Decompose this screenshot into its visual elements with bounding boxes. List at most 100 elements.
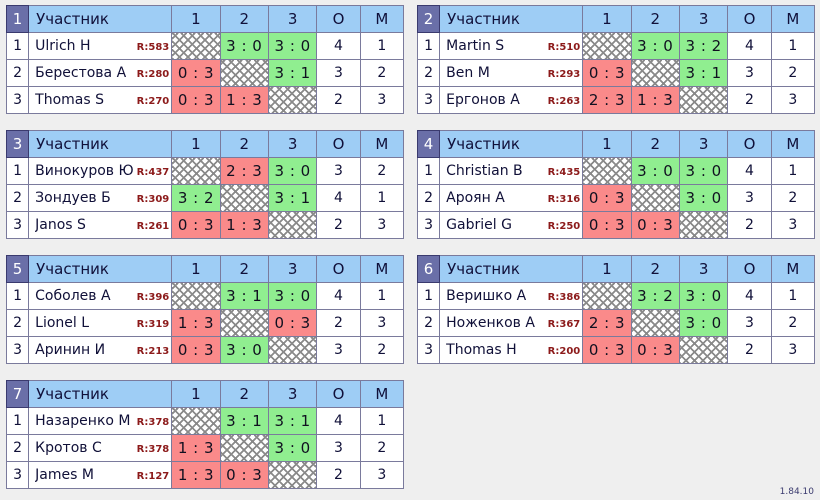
group-table-7: 7 Участник 1 2 3 О М 1 Назаренко М R:378 3 : 13 : … [5,380,405,490]
row-rank: 2 [416,59,441,87]
player-name: Берестова А [35,65,127,81]
match-cell-score[interactable]: 0 : 3 [582,211,632,239]
player-cell[interactable]: Gabriel G R:250 [439,211,584,239]
player-cell[interactable]: Соболев А R:396 [28,282,173,310]
column-header-participant: Участник [439,5,584,33]
column-header-opponent-1: 1 [171,130,221,158]
row-points: 3 [316,59,361,87]
match-cell-score[interactable]: 0 : 3 [630,336,680,364]
player-name: Martin S [446,38,505,54]
match-cell-score[interactable]: 3 : 0 [678,309,729,337]
row-points: 3 [727,309,772,337]
group-table-3: 3 Участник 1 2 3 О М 1 Винокуров Ю R:437 2 : 33 : … [5,130,405,240]
match-cell-score[interactable]: 3 : 0 [267,157,318,185]
match-cell-score[interactable]: 1 : 3 [171,309,221,337]
match-cell-score[interactable]: 2 : 3 [582,309,632,337]
column-header-place: М [359,130,405,158]
match-cell-self [171,32,221,60]
match-cell-score[interactable]: 3 : 0 [630,157,680,185]
match-cell-score[interactable]: 3 : 1 [219,282,269,310]
match-cell-self [267,336,318,364]
match-cell-score[interactable]: 1 : 3 [171,461,221,489]
column-header-opponent-3: 3 [678,255,729,283]
player-name: James M [35,467,94,483]
player-cell[interactable]: Ben M R:293 [439,59,584,87]
row-points: 4 [727,157,772,185]
row-rank: 2 [416,184,441,212]
match-cell-score[interactable]: 1 : 3 [171,434,221,462]
match-cell-score[interactable]: 3 : 0 [678,157,729,185]
match-cell-score[interactable]: 0 : 3 [171,211,221,239]
player-name: Gabriel G [446,217,512,233]
row-points: 2 [727,211,772,239]
table-row: 2 Зондуев Б R:309 3 : 2 3 : 141 [5,184,405,212]
match-cell-score[interactable]: 3 : 1 [267,407,318,435]
match-cell-score[interactable]: 2 : 3 [219,157,269,185]
match-cell-score[interactable]: 3 : 0 [219,32,269,60]
group-standings-table: 4 Участник 1 2 3 О М 1 Christian B R:435 3 : 03 : … [416,130,816,239]
match-cell-score[interactable]: 3 : 0 [219,336,269,364]
row-place: 3 [359,86,405,114]
table-row: 2 Lionel L R:319 1 : 30 : 323 [5,309,405,337]
table-row: 1 Martin S R:510 3 : 03 : 241 [416,32,816,60]
player-cell[interactable]: Берестова А R:280 [28,59,173,87]
match-cell-score[interactable]: 0 : 3 [582,59,632,87]
player-cell[interactable]: Кротов С R:378 [28,434,173,462]
match-cell-score[interactable]: 3 : 0 [267,32,318,60]
match-cell-self [630,184,680,212]
match-cell-score[interactable]: 3 : 0 [267,282,318,310]
player-cell[interactable]: Lionel L R:319 [28,309,173,337]
player-cell[interactable]: Зондуев Б R:309 [28,184,173,212]
row-place: 3 [359,309,405,337]
match-cell-score[interactable]: 1 : 3 [219,86,269,114]
match-cell-score[interactable]: 1 : 3 [219,211,269,239]
match-cell-score[interactable]: 0 : 3 [171,86,221,114]
match-cell-self [171,157,221,185]
match-cell-score[interactable]: 2 : 3 [582,86,632,114]
player-cell[interactable]: Винокуров Ю R:437 [28,157,173,185]
match-cell-score[interactable]: 3 : 2 [630,282,680,310]
player-cell[interactable]: Веришко А R:386 [439,282,584,310]
row-rank: 3 [5,336,30,364]
row-points: 4 [316,184,361,212]
row-place: 2 [770,59,816,87]
match-cell-score[interactable]: 0 : 3 [582,184,632,212]
row-place: 3 [770,336,816,364]
table-row: 2 Ben M R:293 0 : 33 : 132 [416,59,816,87]
column-header-points: О [727,5,772,33]
match-cell-score[interactable]: 3 : 1 [219,407,269,435]
player-cell[interactable]: Ароян А R:316 [439,184,584,212]
player-cell[interactable]: Ергонов А R:263 [439,86,584,114]
match-cell-score[interactable]: 3 : 0 [678,184,729,212]
player-cell[interactable]: Christian B R:435 [439,157,584,185]
match-cell-score[interactable]: 3 : 0 [630,32,680,60]
match-cell-score[interactable]: 0 : 3 [171,336,221,364]
player-name: Ароян А [446,190,505,206]
match-cell-score[interactable]: 3 : 2 [171,184,221,212]
table-header-row: 3 Участник 1 2 3 О М [5,130,405,158]
match-cell-score[interactable]: 3 : 1 [267,59,318,87]
player-cell[interactable]: Аринин И R:213 [28,336,173,364]
match-cell-score[interactable]: 3 : 1 [267,184,318,212]
match-cell-score[interactable]: 0 : 3 [219,461,269,489]
match-cell-score[interactable]: 1 : 3 [630,86,680,114]
match-cell-score[interactable]: 0 : 3 [630,211,680,239]
column-header-opponent-1: 1 [171,5,221,33]
player-cell[interactable]: Martin S R:510 [439,32,584,60]
row-points: 3 [316,434,361,462]
player-cell[interactable]: Thomas S R:270 [28,86,173,114]
player-cell[interactable]: Thomas H R:200 [439,336,584,364]
match-cell-score[interactable]: 3 : 1 [678,59,729,87]
player-cell[interactable]: Ulrich H R:583 [28,32,173,60]
player-cell[interactable]: Ноженков А R:367 [439,309,584,337]
match-cell-score[interactable]: 0 : 3 [171,59,221,87]
match-cell-score[interactable]: 3 : 0 [678,282,729,310]
player-cell[interactable]: Назаренко М R:378 [28,407,173,435]
column-header-opponent-1: 1 [582,255,632,283]
match-cell-score[interactable]: 3 : 2 [678,32,729,60]
match-cell-score[interactable]: 3 : 0 [267,434,318,462]
player-cell[interactable]: Janos S R:261 [28,211,173,239]
match-cell-score[interactable]: 0 : 3 [582,336,632,364]
player-cell[interactable]: James M R:127 [28,461,173,489]
match-cell-score[interactable]: 0 : 3 [267,309,318,337]
